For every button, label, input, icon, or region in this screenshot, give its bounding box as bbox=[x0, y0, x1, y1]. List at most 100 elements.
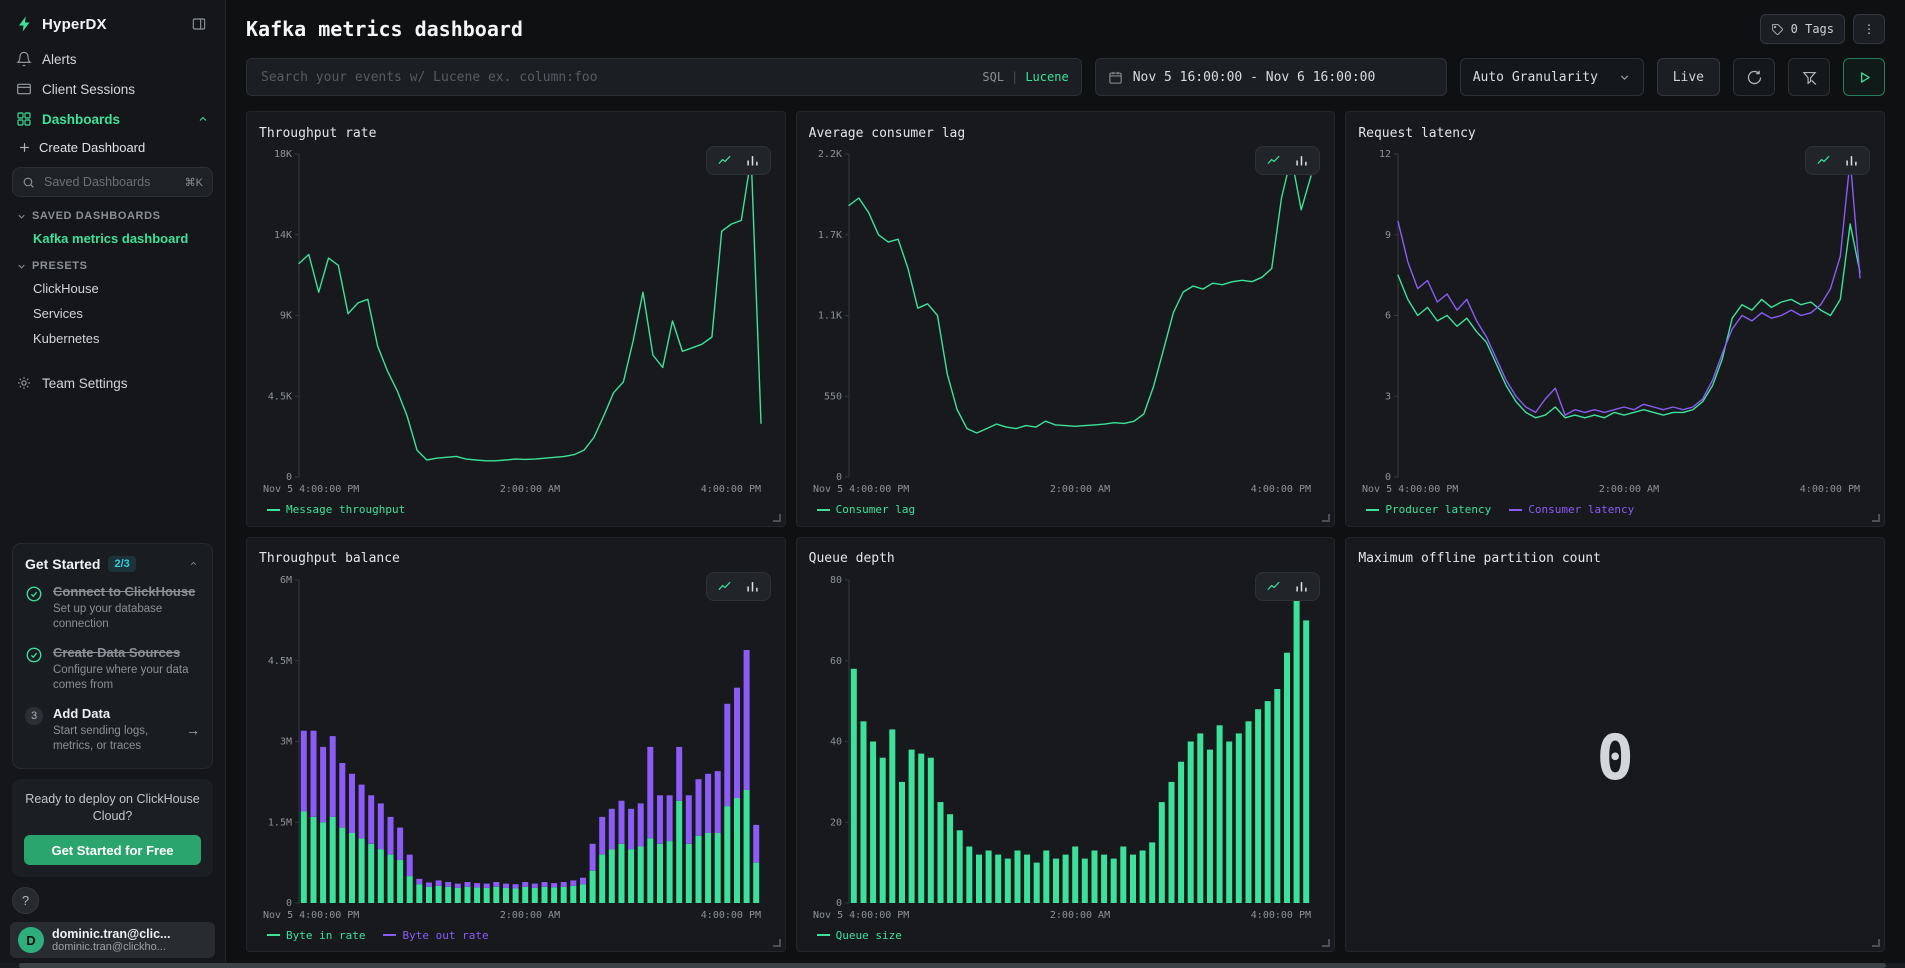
sql-toggle[interactable]: SQL bbox=[982, 70, 1004, 84]
sessions-icon bbox=[16, 81, 32, 97]
legend-item[interactable]: Message throughput bbox=[267, 503, 405, 516]
legend-item[interactable]: Consumer lag bbox=[817, 503, 915, 516]
line-chart-icon[interactable] bbox=[717, 579, 732, 594]
bar-chart-icon[interactable] bbox=[745, 153, 760, 168]
date-range-picker[interactable]: Nov 5 16:00:00 - Nov 6 16:00:00 bbox=[1095, 58, 1447, 96]
line-chart-icon[interactable] bbox=[1266, 579, 1281, 594]
svg-text:2:00:00 AM: 2:00:00 AM bbox=[1050, 910, 1110, 921]
horizontal-scrollbar[interactable] bbox=[0, 963, 1905, 968]
legend-label: Queue size bbox=[836, 929, 902, 942]
legend-dash-icon bbox=[817, 509, 830, 511]
legend-dash-icon bbox=[1509, 509, 1522, 511]
cloud-promo-text: Ready to deploy on ClickHouse Cloud? bbox=[24, 791, 201, 825]
get-started-step-connect[interactable]: Connect to ClickHouse Set up your databa… bbox=[25, 584, 200, 632]
svg-text:2:00:00 AM: 2:00:00 AM bbox=[1599, 484, 1659, 495]
resize-handle[interactable] bbox=[1872, 939, 1880, 947]
svg-text:6M: 6M bbox=[280, 575, 292, 586]
event-search-box[interactable]: SQL | Lucene bbox=[246, 58, 1082, 96]
dashboard-menu-button[interactable]: ⋮ bbox=[1853, 14, 1885, 44]
sidebar-item-services[interactable]: Services bbox=[10, 301, 215, 326]
svg-text:2.2K: 2.2K bbox=[818, 149, 842, 160]
svg-text:80: 80 bbox=[830, 575, 842, 586]
bar-chart-icon[interactable] bbox=[745, 579, 760, 594]
legend-label: Consumer lag bbox=[836, 503, 915, 516]
sidebar-item-dashboards[interactable]: Dashboards bbox=[10, 104, 215, 134]
legend-dash-icon bbox=[817, 934, 830, 936]
resize-handle[interactable] bbox=[1322, 514, 1330, 522]
page-title: Kafka metrics dashboard bbox=[246, 17, 523, 41]
svg-text:0: 0 bbox=[836, 472, 842, 483]
create-dashboard-button[interactable]: Create Dashboard bbox=[10, 134, 215, 161]
legend-item[interactable]: Byte out rate bbox=[383, 929, 488, 942]
consumer-lag-chart[interactable]: 05501.1K1.7K2.2KNov 5 4:00:00 PM2:00:00 … bbox=[809, 144, 1323, 497]
bar-chart-icon[interactable] bbox=[1294, 579, 1309, 594]
resize-handle[interactable] bbox=[773, 514, 781, 522]
sidebar-item-clickhouse[interactable]: ClickHouse bbox=[10, 276, 215, 301]
get-started-step-sources[interactable]: Create Data Sources Configure where your… bbox=[25, 645, 200, 693]
svg-text:14K: 14K bbox=[274, 230, 292, 241]
bar-chart-icon[interactable] bbox=[1294, 153, 1309, 168]
svg-text:Nov 5 4:00:00 PM: Nov 5 4:00:00 PM bbox=[813, 484, 909, 495]
filter-button[interactable] bbox=[1788, 58, 1830, 96]
line-chart-icon[interactable] bbox=[1816, 153, 1831, 168]
saved-dashboards-section-header[interactable]: SAVED DASHBOARDS bbox=[10, 201, 215, 226]
chart-legend: Consumer lag bbox=[809, 497, 1323, 521]
sidebar-item-kafka-dashboard[interactable]: Kafka metrics dashboard bbox=[10, 226, 215, 251]
sidebar-item-kubernetes[interactable]: Kubernetes bbox=[10, 326, 215, 351]
get-started-free-button[interactable]: Get Started for Free bbox=[24, 835, 201, 865]
help-button[interactable]: ? bbox=[12, 887, 39, 914]
refresh-icon bbox=[1746, 69, 1763, 86]
tag-icon bbox=[1771, 23, 1784, 36]
team-settings-button[interactable]: Team Settings bbox=[10, 367, 215, 399]
event-search-input[interactable] bbox=[259, 69, 972, 86]
resize-handle[interactable] bbox=[1872, 514, 1880, 522]
panel-queue-depth: Queue depth 020406080Nov 5 4:00:00 PM2:0… bbox=[796, 537, 1336, 953]
live-button[interactable]: Live bbox=[1657, 58, 1720, 96]
chevron-down-icon bbox=[16, 211, 27, 222]
play-icon bbox=[1856, 69, 1873, 86]
check-circle-icon bbox=[25, 646, 43, 664]
saved-dashboards-search-input[interactable] bbox=[42, 174, 178, 190]
tags-button[interactable]: 0 Tags bbox=[1760, 14, 1845, 44]
refresh-button[interactable] bbox=[1733, 58, 1775, 96]
run-query-button[interactable] bbox=[1843, 58, 1885, 96]
legend-item[interactable]: Producer latency bbox=[1366, 503, 1491, 516]
sidebar-item-client-sessions[interactable]: Client Sessions bbox=[10, 74, 215, 104]
sidebar-collapse-button[interactable] bbox=[189, 14, 209, 34]
legend-item[interactable]: Byte in rate bbox=[267, 929, 365, 942]
bar-chart-icon[interactable] bbox=[1844, 153, 1859, 168]
presets-section-header[interactable]: PRESETS bbox=[10, 251, 215, 276]
svg-text:60: 60 bbox=[830, 655, 842, 666]
request-latency-chart[interactable]: 036912Nov 5 4:00:00 PM2:00:00 AM4:00:00 … bbox=[1358, 144, 1872, 497]
svg-text:9: 9 bbox=[1385, 230, 1391, 241]
legend-dash-icon bbox=[383, 934, 396, 936]
resize-handle[interactable] bbox=[1322, 939, 1330, 947]
user-menu[interactable]: D dominic.tran@clic... dominic.tran@clic… bbox=[10, 922, 215, 958]
throughput-balance-chart[interactable]: 01.5M3M4.5M6MNov 5 4:00:00 PM2:00:00 AM4… bbox=[259, 570, 773, 923]
sidebar-item-alerts[interactable]: Alerts bbox=[10, 44, 215, 74]
lucene-toggle[interactable]: Lucene bbox=[1025, 70, 1068, 84]
throughput-rate-chart[interactable]: 04.5K9K14K18KNov 5 4:00:00 PM2:00:00 AM4… bbox=[259, 144, 773, 497]
check-circle-icon bbox=[25, 585, 43, 603]
saved-dashboards-search[interactable]: ⌘K bbox=[12, 167, 213, 197]
svg-text:4:00:00 PM: 4:00:00 PM bbox=[701, 910, 761, 921]
granularity-select[interactable]: Auto Granularity bbox=[1460, 58, 1644, 96]
chart-title: Maximum offline partition count bbox=[1358, 551, 1601, 566]
query-language-toggle: SQL | Lucene bbox=[982, 70, 1068, 84]
svg-text:Nov 5 4:00:00 PM: Nov 5 4:00:00 PM bbox=[263, 910, 359, 921]
queue-depth-chart[interactable]: 020406080Nov 5 4:00:00 PM2:00:00 AM4:00:… bbox=[809, 570, 1323, 923]
live-label: Live bbox=[1673, 70, 1704, 85]
chevron-up-icon[interactable] bbox=[187, 557, 200, 570]
user-name: dominic.tran@clic... bbox=[52, 927, 170, 941]
get-started-step-add-data[interactable]: 3 Add Data Start sending logs, metrics, … bbox=[25, 706, 200, 754]
line-chart-icon[interactable] bbox=[717, 153, 732, 168]
resize-handle[interactable] bbox=[773, 939, 781, 947]
svg-text:1.5M: 1.5M bbox=[268, 817, 292, 828]
line-chart-icon[interactable] bbox=[1266, 153, 1281, 168]
legend-item[interactable]: Queue size bbox=[817, 929, 902, 942]
svg-text:1.7K: 1.7K bbox=[818, 230, 842, 241]
user-avatar: D bbox=[18, 927, 44, 953]
legend-dash-icon bbox=[1366, 509, 1379, 511]
scrollbar-thumb[interactable] bbox=[19, 963, 1886, 968]
legend-item[interactable]: Consumer latency bbox=[1509, 503, 1634, 516]
